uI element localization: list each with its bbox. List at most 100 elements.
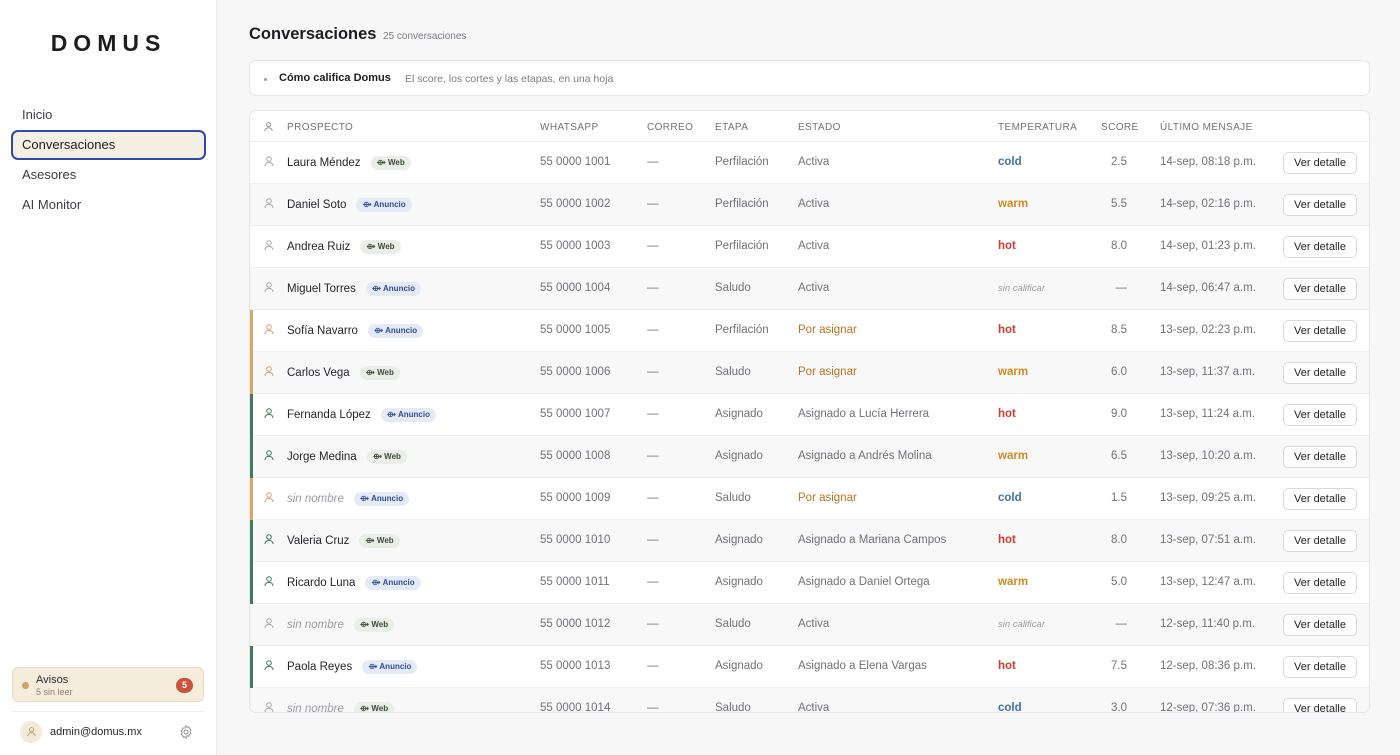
source-label: Anuncio <box>385 326 418 335</box>
whatsapp-cell: 55 0000 1006 <box>540 366 611 378</box>
table-row[interactable]: sin nombre ⟴ Web 55 0000 1012 — Saludo Activa… <box>250 604 1369 646</box>
ver-detalle-button[interactable]: Ver detalle <box>1283 362 1357 384</box>
scoring-info-banner[interactable]: Cómo califica Domus El score, los cortes… <box>249 60 1370 96</box>
sidebar-nav: Inicio Conversaciones Asesores AI Monito… <box>11 100 206 220</box>
status-accent-bar <box>250 646 253 688</box>
table-row[interactable]: Ricardo Luna ⟴ Anuncio 55 0000 1011 — Asigna… <box>250 562 1369 604</box>
ver-detalle-button[interactable]: Ver detalle <box>1283 530 1357 552</box>
conversation-count: 25 conversaciones <box>383 31 467 42</box>
person-icon <box>264 198 274 209</box>
ver-detalle-button[interactable]: Ver detalle <box>1283 278 1357 300</box>
score-cell: 8.0 <box>1111 240 1127 252</box>
temperatura-cell: warm <box>998 576 1029 588</box>
ultimo-mensaje-cell: 13-sep, 11:24 a.m. <box>1160 408 1256 420</box>
correo-cell: — <box>647 534 659 546</box>
source-arrows-icon: ⟴ <box>371 578 383 587</box>
source-label: Web <box>388 158 405 167</box>
table-row[interactable]: Carlos Vega ⟴ Web 55 0000 1006 — Saludo Por a… <box>250 352 1369 394</box>
source-arrows-icon: ⟴ <box>371 284 384 293</box>
prospect-name: Andrea Ruiz <box>287 241 351 253</box>
prospect-name: Valeria Cruz <box>287 535 350 547</box>
source-arrows-icon: ⟴ <box>373 326 386 335</box>
conversations-table: PROSPECTO WHATSAPP CORREO ETAPA ESTADO T… <box>249 110 1370 713</box>
table-row[interactable]: Valeria Cruz ⟴ Web 55 0000 1010 — Asignado As… <box>250 520 1369 562</box>
person-icon <box>264 408 274 419</box>
source-badge: ⟴ Anuncio <box>380 408 436 422</box>
status-accent-bar <box>250 310 253 352</box>
ver-detalle-button[interactable]: Ver detalle <box>1283 152 1357 174</box>
correo-cell: — <box>647 576 659 588</box>
ver-detalle-button[interactable]: Ver detalle <box>1283 194 1357 216</box>
ver-detalle-button[interactable]: Ver detalle <box>1283 236 1357 258</box>
source-label: Anuncio <box>373 200 406 209</box>
ver-detalle-button[interactable]: Ver detalle <box>1283 320 1357 342</box>
person-icon <box>264 324 274 335</box>
table-row[interactable]: sin nombre ⟴ Anuncio 55 0000 1009 — Saludo Po… <box>250 478 1369 520</box>
ver-detalle-button[interactable]: Ver detalle <box>1283 446 1357 468</box>
score-cell: 3.0 <box>1111 702 1127 713</box>
source-badge: ⟴ Anuncio <box>353 492 410 506</box>
source-arrows-icon: ⟴ <box>359 704 372 713</box>
correo-cell: — <box>647 324 659 336</box>
sidebar-item-ai-monitor[interactable]: AI Monitor <box>11 190 206 220</box>
ver-detalle-button[interactable]: Ver detalle <box>1283 404 1357 426</box>
score-cell: 8.5 <box>1111 324 1127 336</box>
app-logo: DOMUS <box>50 30 167 56</box>
sidebar-item-conversaciones[interactable]: Conversaciones <box>11 130 206 160</box>
etapa-cell: Asignado <box>715 660 763 672</box>
correo-cell: — <box>647 492 659 504</box>
ver-detalle-button[interactable]: Ver detalle <box>1283 656 1357 678</box>
header-prospecto: PROSPECTO <box>287 122 354 133</box>
score-cell: 5.0 <box>1111 576 1127 588</box>
table-row[interactable]: Jorge Medina ⟴ Web 55 0000 1008 — Asignado As… <box>250 436 1369 478</box>
correo-cell: — <box>647 198 659 210</box>
table-row[interactable]: sin nombre ⟴ Web 55 0000 1014 — Saludo Activa… <box>250 688 1369 713</box>
whatsapp-cell: 55 0000 1011 <box>540 576 610 588</box>
table-header: PROSPECTO WHATSAPP CORREO ETAPA ESTADO T… <box>250 111 1369 142</box>
temperatura-cell: warm <box>998 198 1029 210</box>
source-arrows-icon: ⟴ <box>366 242 378 251</box>
table-row[interactable]: Laura Méndez ⟴ Web 55 0000 1001 — Perfilació… <box>250 142 1369 184</box>
table-row[interactable]: Fernanda López ⟴ Anuncio 55 0000 1007 — Asig… <box>250 394 1369 436</box>
sidebar-item-asesores[interactable]: Asesores <box>11 160 206 190</box>
sidebar: DOMUS Inicio Conversaciones Asesores AI … <box>0 0 217 755</box>
table-row[interactable]: Daniel Soto ⟴ Anuncio 55 0000 1002 — Perfila… <box>250 184 1369 226</box>
prospect-cell: Miguel Torres ⟴ Anuncio <box>287 282 422 296</box>
table-row[interactable]: Sofía Navarro ⟴ Anuncio 55 0000 1005 — Perfi… <box>250 310 1369 352</box>
temperatura-cell: cold <box>998 156 1022 168</box>
temperatura-cell: hot <box>998 660 1016 672</box>
sidebar-item-inicio[interactable]: Inicio <box>11 100 206 130</box>
user-email: admin@domus.mx <box>50 726 142 738</box>
avisos-button[interactable]: Avisos 5 sin leer 5 <box>12 667 204 702</box>
status-accent-bar <box>250 394 253 436</box>
prospect-name: Sofía Navarro <box>287 325 358 337</box>
correo-cell: — <box>647 156 659 168</box>
source-label: Web <box>384 452 401 461</box>
whatsapp-cell: 55 0000 1009 <box>540 492 611 504</box>
whatsapp-cell: 55 0000 1004 <box>540 282 611 294</box>
prospect-cell: Paola Reyes ⟴ Anuncio <box>287 660 418 674</box>
whatsapp-cell: 55 0000 1012 <box>540 618 611 630</box>
source-badge: ⟴ Web <box>359 534 400 548</box>
prospect-cell: sin nombre ⟴ Web <box>287 618 395 632</box>
avatar[interactable] <box>20 721 42 743</box>
header-estado: ESTADO <box>798 122 841 133</box>
header-correo: CORREO <box>647 122 694 133</box>
prospect-name: sin nombre <box>287 493 344 505</box>
person-icon <box>264 450 274 461</box>
table-row[interactable]: Andrea Ruiz ⟴ Web 55 0000 1003 — Perfilación… <box>250 226 1369 268</box>
status-accent-bar <box>250 352 253 394</box>
ver-detalle-button[interactable]: Ver detalle <box>1283 698 1357 712</box>
gear-icon[interactable] <box>178 724 194 740</box>
etapa-cell: Saludo <box>715 618 751 630</box>
ver-detalle-button[interactable]: Ver detalle <box>1283 488 1357 510</box>
ver-detalle-button[interactable]: Ver detalle <box>1283 572 1357 594</box>
ver-detalle-button[interactable]: Ver detalle <box>1283 614 1357 636</box>
ultimo-mensaje-cell: 13-sep, 07:51 a.m. <box>1160 534 1256 546</box>
ultimo-mensaje-cell: 13-sep, 09:25 a.m. <box>1160 492 1256 504</box>
whatsapp-cell: 55 0000 1003 <box>540 240 611 252</box>
source-badge: ⟴ Web <box>366 450 407 464</box>
user-icon <box>26 727 36 737</box>
table-row[interactable]: Paola Reyes ⟴ Anuncio 55 0000 1013 — Asignad… <box>250 646 1369 688</box>
table-row[interactable]: Miguel Torres ⟴ Anuncio 55 0000 1004 — Salud… <box>250 268 1369 310</box>
